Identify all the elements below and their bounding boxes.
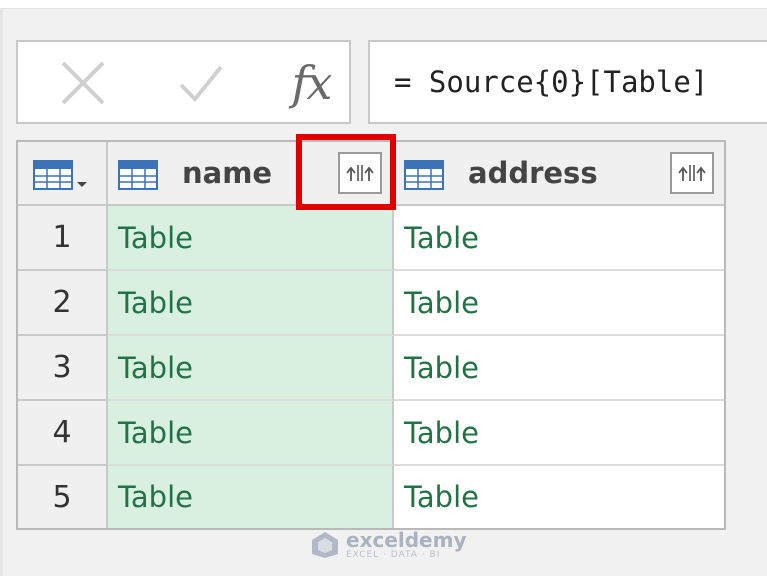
watermark-name: exceldemy — [346, 527, 467, 552]
table-cell[interactable]: Table — [108, 466, 394, 528]
table-cell[interactable]: Table — [108, 271, 394, 336]
insert-function-button[interactable]: fx — [276, 50, 346, 116]
table-cell[interactable]: Table — [394, 401, 724, 466]
row-number[interactable]: 4 — [18, 401, 108, 466]
cancel-button[interactable] — [48, 50, 118, 116]
exceldemy-logo-icon — [312, 532, 338, 558]
row-number[interactable]: 1 — [18, 206, 108, 271]
close-icon — [61, 61, 105, 105]
column-title: address — [468, 156, 598, 190]
table-cell[interactable]: Table — [394, 271, 724, 336]
table-menu-button[interactable] — [18, 142, 108, 206]
table-cell[interactable]: Table — [394, 206, 724, 271]
enter-button[interactable] — [166, 50, 236, 116]
column-title: name — [182, 156, 273, 190]
table-cell[interactable]: Table — [108, 401, 394, 466]
expand-column-button[interactable] — [670, 152, 714, 194]
check-icon — [179, 65, 223, 102]
table-cell[interactable]: Table — [108, 206, 394, 271]
table-cell[interactable]: Table — [108, 336, 394, 401]
table-menu-icon — [33, 160, 87, 190]
table-cell[interactable]: Table — [394, 336, 724, 401]
table-icon — [118, 160, 158, 190]
column-header-address[interactable]: address — [394, 142, 724, 206]
watermark-tagline: EXCEL · DATA · BI — [346, 549, 441, 560]
window-left-edge — [0, 8, 3, 576]
row-number[interactable]: 2 — [18, 271, 108, 336]
formula-bar-buttons: fx — [16, 40, 351, 124]
window-top-strip — [0, 0, 767, 9]
row-number[interactable]: 5 — [18, 466, 108, 528]
formula-input[interactable]: = Source{0}[Table] — [368, 40, 767, 124]
expand-column-icon — [678, 165, 706, 181]
row-number[interactable]: 3 — [18, 336, 108, 401]
exceldemy-watermark: exceldemy EXCEL · DATA · BI — [310, 528, 467, 562]
table-icon — [404, 160, 444, 190]
table-cell[interactable]: Table — [394, 466, 724, 528]
highlight-box — [296, 134, 396, 210]
